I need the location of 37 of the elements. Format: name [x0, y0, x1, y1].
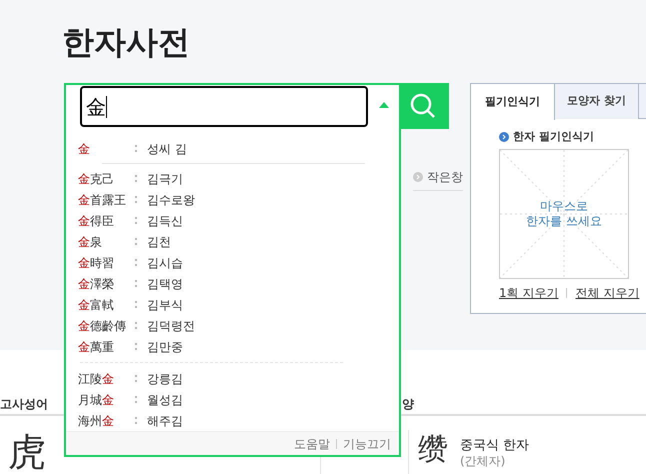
pad-hint: 마우스로	[540, 198, 588, 214]
suggestion-item[interactable]: 金 성씨 김	[78, 138, 399, 159]
suggestion-item[interactable]: 金澤榮 김택영	[78, 273, 399, 294]
suggestion-item[interactable]: 金時習 김시습	[78, 252, 399, 273]
page-title: 한자사전	[62, 22, 190, 63]
simplified-hanja: 缵	[418, 432, 448, 468]
suggestion-item[interactable]: 金泉 김천	[78, 231, 399, 252]
section-tab[interactable]: 고사성어	[0, 395, 48, 413]
erase-link[interactable]: 1획 지우기	[499, 284, 558, 302]
suggestion-item[interactable]: 金德齡傳 김덕령전	[78, 315, 399, 336]
chinese-char-sublabel: (간체자)	[460, 453, 506, 470]
erase-link[interactable]: 전체 지우기	[575, 284, 640, 302]
small-window-link[interactable]: 작은창	[427, 168, 463, 186]
chinese-char-label: 중국식 한자	[460, 437, 530, 455]
pad-hint: 한자를 쓰세요	[526, 214, 602, 228]
suggestion-item[interactable]: 金克己 김극기	[78, 168, 399, 189]
disable-feature-link[interactable]: 기능끄기	[343, 434, 391, 452]
help-link[interactable]: 도움말	[294, 434, 330, 452]
drawing-pad[interactable]: 마우스로 한자를 쓰세요	[499, 148, 629, 278]
search-icon	[410, 93, 436, 119]
suggestion-item[interactable]: 金首露王 김수로왕	[78, 189, 399, 210]
suggestion-item[interactable]: 江陵金 강릉김	[78, 368, 399, 389]
suggestion-item[interactable]: 月城金 월성김	[78, 389, 399, 410]
collapse-arrow-icon[interactable]	[379, 101, 389, 108]
idiom-hanja: 虎	[8, 430, 46, 474]
search-field[interactable]: 金	[80, 86, 368, 127]
suggestion-item[interactable]: 海州金 해주김	[78, 410, 399, 431]
section-tab[interactable]: 양	[402, 395, 414, 413]
arrow-bullet-icon	[413, 172, 423, 182]
suggestion-item[interactable]: 金得臣 김득신	[78, 210, 399, 231]
suggestion-item[interactable]: 金富軾 김부식	[78, 294, 399, 315]
search-button[interactable]	[399, 85, 447, 127]
suggestion-item[interactable]: 金萬重 김만중	[78, 336, 399, 357]
arrow-bullet-icon	[499, 132, 509, 142]
panel-tab[interactable]: 필기인식기	[471, 84, 555, 120]
handwriting-heading: 한자 필기인식기	[513, 129, 594, 145]
panel-tab[interactable]: 모양자 찾기	[555, 84, 639, 119]
